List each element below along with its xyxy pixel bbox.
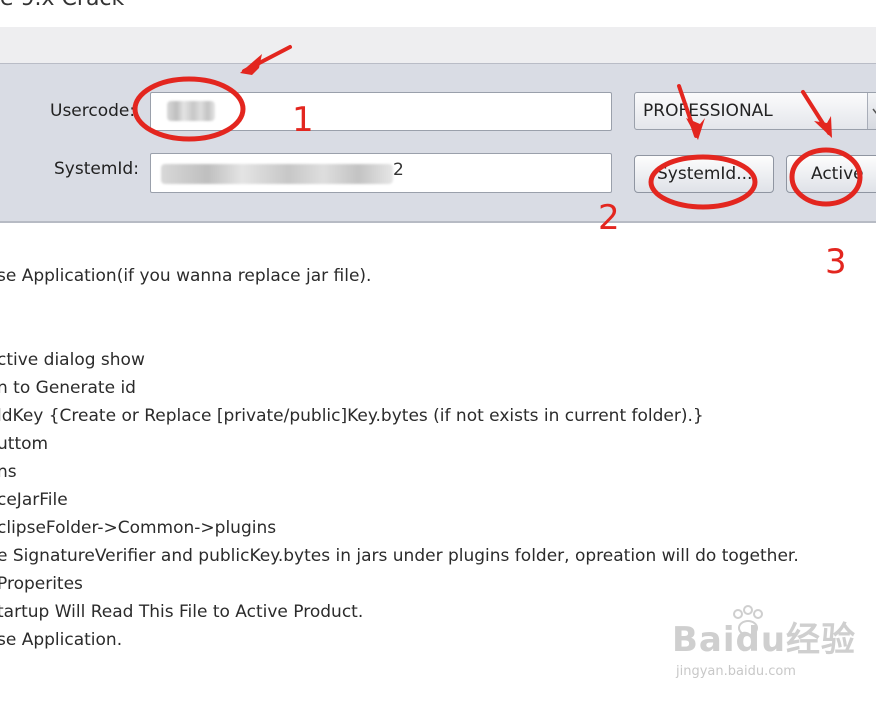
edition-selected-value: PROFESSIONAL bbox=[643, 101, 773, 121]
usercode-field[interactable] bbox=[150, 92, 612, 131]
step-2-annotation: 2 bbox=[598, 198, 620, 238]
instruction-line: clipseFolder->Common->plugins bbox=[0, 518, 277, 538]
instruction-line: se Application(if you wanna replace jar … bbox=[0, 266, 372, 286]
step-1-annotation: 1 bbox=[292, 100, 314, 140]
systemid-label: SystemId: bbox=[54, 159, 139, 179]
instruction-line: se Application. bbox=[0, 630, 123, 650]
instruction-line: ldKey {Create or Replace [private/public… bbox=[0, 406, 704, 426]
instruction-line: uttom bbox=[0, 434, 49, 454]
crack-form-panel bbox=[0, 63, 876, 223]
title-strip bbox=[0, 27, 876, 63]
window-title: e 9.x Crack bbox=[0, 0, 124, 11]
systemid-redacted bbox=[161, 164, 393, 184]
systemid-field[interactable]: 2 bbox=[150, 153, 612, 193]
usercode-label: Usercode: bbox=[50, 101, 136, 121]
systemid-button[interactable]: SystemId... bbox=[634, 155, 774, 193]
instruction-line: ns bbox=[0, 462, 17, 482]
systemid-tail: 2 bbox=[393, 160, 404, 180]
instruction-line: e SignatureVerifier and publicKey.bytes … bbox=[0, 546, 799, 566]
usercode-redacted bbox=[167, 101, 215, 121]
watermark-brand: Baidu经验 bbox=[672, 620, 857, 660]
instruction-line: tartup Will Read This File to Active Pro… bbox=[0, 602, 364, 622]
instruction-line: ctive dialog show bbox=[0, 350, 145, 370]
instruction-line: n to Generate id bbox=[0, 378, 136, 398]
instruction-line: ceJarFile bbox=[0, 490, 68, 510]
step-3-annotation: 3 bbox=[825, 242, 847, 282]
edition-select[interactable]: PROFESSIONAL bbox=[634, 92, 876, 130]
active-button[interactable]: Active bbox=[786, 155, 876, 193]
chevron-down-icon[interactable] bbox=[867, 93, 876, 129]
baidu-watermark: Baidu经验 jingyan.baidu.com bbox=[672, 605, 872, 692]
watermark-url: jingyan.baidu.com bbox=[676, 664, 796, 679]
instruction-line: Properites bbox=[0, 574, 83, 594]
